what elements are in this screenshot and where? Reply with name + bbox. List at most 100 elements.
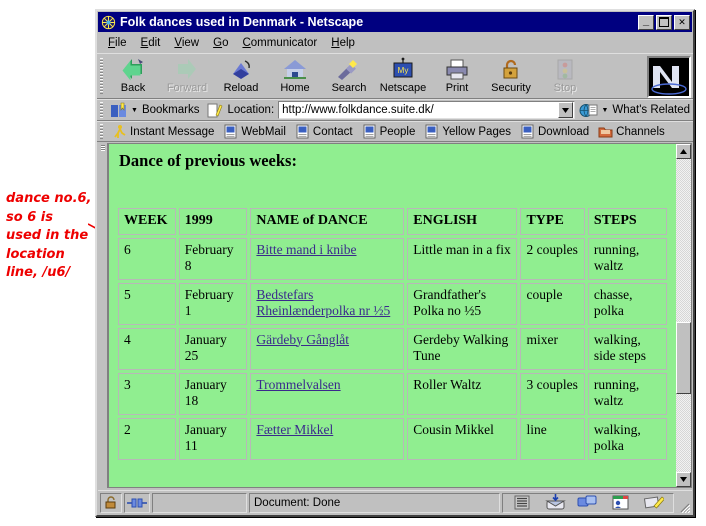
address-book-icon[interactable]: [610, 494, 631, 511]
menu-item-help[interactable]: Help: [324, 35, 362, 51]
scroll-up-button[interactable]: [676, 144, 691, 159]
sidebar-strip[interactable]: [98, 143, 108, 488]
back-button[interactable]: Back: [106, 56, 160, 94]
scroll-down-button[interactable]: [676, 472, 691, 487]
personal-item-webmail[interactable]: WebMail: [221, 124, 293, 139]
scrollbar-thumb[interactable]: [676, 321, 691, 394]
cell-type: couple: [520, 282, 585, 325]
padlock-icon: [503, 59, 518, 79]
location-input[interactable]: http://www.folkdance.suite.dk/: [278, 101, 576, 119]
minimize-button[interactable]: _: [638, 14, 654, 30]
security-lock-indicator[interactable]: [100, 492, 122, 513]
dance-link[interactable]: Trommelvalsen: [256, 377, 340, 392]
table-row: 6 February 8 Bitte mand i knibe Little m…: [118, 237, 667, 280]
cell-name[interactable]: Bedstefars Rheinlænderpolka nr ½5: [250, 282, 405, 325]
menu-item-edit[interactable]: Edit: [134, 35, 168, 51]
navigator-icon[interactable]: [512, 494, 533, 511]
dance-link[interactable]: Gärdeby Gånglåt: [256, 332, 349, 347]
personal-item-instant-message[interactable]: Instant Message: [110, 124, 221, 139]
close-button[interactable]: ✕: [674, 14, 690, 30]
my-netscape-button[interactable]: My Netscape: [376, 56, 430, 94]
cell-name[interactable]: Fætter Mikkel: [250, 417, 405, 460]
cell-type: line: [520, 417, 585, 460]
search-flashlight-icon: [338, 60, 357, 80]
toolbar-grip[interactable]: [97, 54, 106, 98]
menu-item-go[interactable]: Go: [206, 35, 235, 51]
bookmark-page-icon: [296, 124, 309, 139]
cell-date: February 1: [178, 282, 248, 325]
personal-item-channels[interactable]: Channels: [596, 124, 672, 139]
table-row: 3 January 18 Trommelvalsen Roller Waltz …: [118, 372, 667, 415]
printer-icon: [446, 59, 468, 80]
scrollbar-track[interactable]: [676, 159, 691, 472]
personal-toolbar-grip[interactable]: [97, 122, 106, 141]
dance-link[interactable]: Fætter Mikkel: [256, 422, 333, 437]
home-button[interactable]: Home: [268, 56, 322, 94]
cell-date: January 11: [178, 417, 248, 460]
menu-item-communicator[interactable]: Communicator: [235, 35, 324, 51]
newsgroups-icon[interactable]: [577, 494, 598, 511]
resize-grip-icon[interactable]: [676, 493, 690, 513]
location-dropdown-button[interactable]: [558, 102, 574, 118]
netscape-compass-icon: [101, 14, 116, 30]
cell-week: 6: [118, 237, 176, 280]
bookmark-page-icon: [363, 124, 376, 139]
cell-english: Gerdeby Walking Tune: [407, 327, 518, 370]
channels-folder-icon: [598, 127, 613, 138]
personal-toolbar: Instant Message WebMail Contact People Y…: [97, 121, 693, 142]
cell-type: mixer: [520, 327, 585, 370]
cell-week: 5: [118, 282, 176, 325]
cell-date: February 8: [178, 237, 248, 280]
search-button[interactable]: Search: [322, 56, 376, 94]
bookmarks-label[interactable]: Bookmarks: [142, 104, 200, 116]
netscape-n-logo[interactable]: [647, 56, 691, 98]
personal-item-contact[interactable]: Contact: [293, 124, 360, 139]
annotation-text: dance no.6, so 6 is used in the location…: [6, 191, 92, 280]
whats-related-chevron-down-icon[interactable]: ▼: [601, 107, 608, 114]
stop-button-label: Stop: [553, 82, 577, 94]
connection-plug-icon: [127, 498, 147, 507]
personal-item-yellow-pages[interactable]: Yellow Pages: [422, 124, 518, 139]
column-header-week: WEEK: [118, 208, 176, 235]
svg-text:My: My: [398, 66, 409, 75]
reload-button[interactable]: Reload: [214, 56, 268, 94]
cell-name[interactable]: Trommelvalsen: [250, 372, 405, 415]
forward-button[interactable]: Forward: [160, 56, 214, 94]
component-bar: [502, 492, 674, 513]
cell-date: January 25: [178, 327, 248, 370]
progress-bar: [152, 492, 247, 513]
cell-name[interactable]: Gärdeby Gånglåt: [250, 327, 405, 370]
table-row: 2 January 11 Fætter Mikkel Cousin Mikkel…: [118, 417, 667, 460]
cell-steps: chasse, polka: [587, 282, 667, 325]
security-button-label: Security: [491, 82, 531, 94]
page-viewport[interactable]: Dance of previous weeks: WEEK 1999 NAME …: [108, 143, 676, 488]
whats-related-label[interactable]: What's Related: [612, 104, 690, 116]
menu-item-file[interactable]: FFileile: [101, 35, 134, 51]
menu-item-view[interactable]: View: [167, 35, 206, 51]
connection-indicator[interactable]: [124, 492, 150, 513]
location-toolbar-grip[interactable]: [97, 100, 106, 120]
personal-item-people[interactable]: People: [360, 124, 423, 139]
cell-english: Little man in a fix: [407, 237, 518, 280]
dance-link[interactable]: Bitte mand i knibe: [256, 242, 356, 257]
cell-english: Cousin Mikkel: [407, 417, 518, 460]
security-button[interactable]: Security: [484, 56, 538, 94]
location-url-text[interactable]: http://www.folkdance.suite.dk/: [279, 104, 558, 116]
bookmarks-chevron-down-icon[interactable]: ▼: [131, 107, 138, 114]
cell-steps: walking, polka: [587, 417, 667, 460]
search-button-label: Search: [331, 82, 367, 94]
cell-week: 2: [118, 417, 176, 460]
dance-link[interactable]: Bedstefars Rheinlænderpolka nr ½5: [256, 287, 390, 319]
cell-name[interactable]: Bitte mand i knibe: [250, 237, 405, 280]
minimize-icon: _: [642, 14, 650, 27]
maximize-button[interactable]: [656, 14, 672, 30]
stop-button[interactable]: Stop: [538, 56, 592, 94]
personal-item-download[interactable]: Download: [518, 124, 596, 139]
mailbox-download-icon[interactable]: [544, 494, 566, 511]
vertical-scrollbar[interactable]: [676, 143, 692, 488]
composer-icon[interactable]: [643, 494, 665, 511]
bookmark-page-icon: [425, 124, 438, 139]
cell-steps: running, waltz: [587, 237, 667, 280]
print-button[interactable]: Print: [430, 56, 484, 94]
home-button-label: Home: [280, 82, 310, 94]
